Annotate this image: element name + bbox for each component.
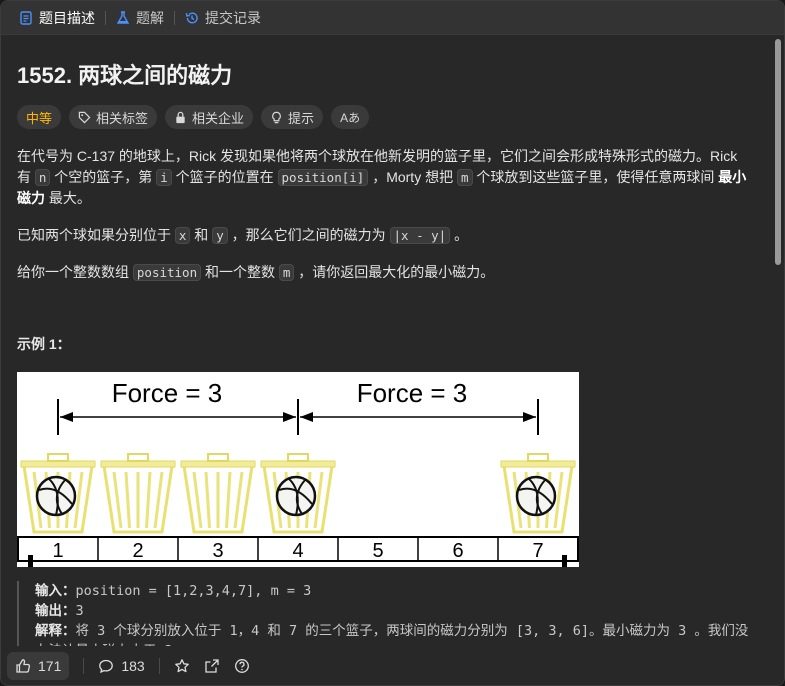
hint-button[interactable]: 提示 [261, 105, 324, 129]
problem-title: 1552. 两球之间的磁力 [17, 63, 233, 88]
comment-count: 183 [121, 658, 145, 674]
position-axis: 1 2 3 4 5 6 7 [17, 536, 579, 567]
inline-code: n [34, 169, 51, 186]
description-paragraph: 已知两个球如果分别位于 x 和 y ，那么它们之间的磁力为 |x - y| 。 [17, 225, 755, 246]
basket [100, 453, 176, 534]
tab-bar: 题目描述 题解 提交记录 [1, 1, 784, 35]
text: 个篮子的位置在 [171, 169, 278, 185]
tab-label: 题解 [136, 9, 164, 26]
description-paragraph: 给你一个整数数组 position 和一个整数 m ，请你返回最大化的最小磁力。 [17, 262, 755, 283]
ball [515, 475, 557, 517]
related-companies-button[interactable]: 相关企业 [165, 105, 254, 129]
inline-code: m [456, 169, 473, 186]
description-paragraph: 在代号为 C-137 的地球上，Rick 发现如果他将两个球放在他新发明的篮子里… [17, 146, 755, 209]
tab-label: 提交记录 [205, 9, 261, 26]
text: ，Morty 想把 [368, 169, 457, 185]
tab-submissions[interactable]: 提交记录 [177, 8, 269, 28]
tag-label: 相关标签 [96, 110, 149, 126]
ball [275, 475, 317, 517]
text: ，请你返回最大化的最小磁力。 [294, 264, 495, 280]
example-input-line: 输入：position = [1,2,3,4,7], m = 3 [35, 581, 755, 601]
text: 和一个整数 [201, 264, 279, 280]
explain-value: 将 3 个球分别放入位于 1，4 和 7 的三个篮子，两球间的磁力分别为 [3,… [35, 623, 749, 646]
example-figure: Force = 3 Force = 3 1 2 3 4 5 6 7 [17, 372, 579, 567]
comments-button[interactable]: 183 [98, 658, 145, 674]
favorite-button[interactable] [174, 658, 190, 674]
output-label: 输出： [35, 603, 76, 618]
translate-button[interactable]: Aあ [331, 105, 370, 129]
text: 最大。 [45, 190, 91, 206]
ball [35, 475, 77, 517]
explain-label: 解释： [35, 623, 76, 638]
problem-content: 1552. 两球之间的磁力 中等 相关标签 相关企业 提示 Aあ 在代号为 C-… [1, 36, 771, 646]
share-button[interactable] [204, 658, 220, 674]
difficulty-badge: 中等 [17, 105, 62, 129]
position-label: 2 [132, 540, 143, 562]
text: 给你一个整数数组 [17, 264, 133, 280]
inline-code: position[i] [277, 169, 369, 186]
inline-code: i [156, 169, 172, 186]
tag-label: 提示 [288, 110, 315, 126]
position-label: 6 [452, 540, 463, 562]
basket [180, 453, 256, 534]
help-icon [234, 659, 249, 673]
history-icon [185, 11, 198, 23]
position-label: 1 [52, 540, 63, 562]
description-icon [20, 10, 32, 25]
inline-code: |x - y| [389, 227, 451, 244]
divider [158, 658, 160, 674]
example-output-line: 输出：3 [35, 601, 755, 621]
text: 和 [190, 227, 213, 243]
input-value: position = [1,2,3,4,7], m = 3 [75, 583, 312, 599]
example-title: 示例 1： [17, 336, 71, 352]
force-label: Force = 3 [112, 378, 223, 408]
tag-label: 相关企业 [192, 110, 245, 126]
position-label: 4 [292, 540, 303, 562]
thumbs-up-icon [16, 659, 31, 673]
action-bar: 171 183 [1, 647, 784, 685]
divider [83, 658, 85, 674]
lock-icon [176, 111, 185, 123]
like-button[interactable]: 171 [7, 652, 70, 680]
example-explain-line: 解释：将 3 个球分别放入位于 1，4 和 7 的三个篮子，两球间的磁力分别为 … [35, 621, 755, 646]
tab-label: 题目描述 [39, 9, 95, 26]
output-value: 3 [75, 603, 84, 619]
problem-window: 题目描述 题解 提交记录 1552. 两球之间的磁力 中等 相关标签 相关企业 [0, 0, 785, 686]
related-tags-button[interactable]: 相关标签 [69, 105, 158, 129]
tab-divider [105, 10, 106, 25]
help-button[interactable] [234, 658, 250, 674]
like-count: 171 [38, 658, 62, 674]
example-block: 输入：position = [1,2,3,4,7], m = 3 输出：3 解释… [17, 581, 755, 646]
text: 已知两个球如果分别位于 [17, 227, 175, 243]
baskets-diagram: Force = 3 Force = 3 1 2 3 4 5 6 7 [17, 378, 579, 567]
force-label: Force = 3 [357, 378, 468, 408]
tag-icon [78, 111, 91, 123]
inline-code: position [132, 264, 202, 281]
tag-row: 中等 相关标签 相关企业 提示 Aあ [17, 105, 755, 129]
text: 个空的篮子，第 [50, 169, 157, 185]
inline-code: x [174, 227, 191, 244]
share-icon [205, 659, 219, 673]
lightbulb-icon [272, 111, 281, 123]
position-label: 5 [372, 540, 383, 562]
tab-description[interactable]: 题目描述 [11, 8, 103, 28]
star-icon [174, 659, 189, 673]
text: ，那么它们之间的磁力为 [227, 227, 390, 243]
translate-icon: Aあ [340, 110, 361, 125]
text: 。 [450, 227, 469, 243]
scrollbar[interactable] [775, 39, 781, 265]
position-label: 7 [532, 540, 543, 562]
inline-code: y [212, 227, 228, 244]
position-label: 3 [212, 540, 223, 562]
flask-icon [116, 10, 130, 24]
baskets [20, 453, 576, 534]
input-label: 输入： [35, 583, 76, 598]
tab-divider [174, 10, 175, 25]
inline-code: m [278, 264, 295, 281]
text: 个球放到这些篮子里，使得任意两球间 [472, 169, 719, 185]
tab-solutions[interactable]: 题解 [108, 8, 172, 28]
comment-icon [99, 659, 114, 674]
